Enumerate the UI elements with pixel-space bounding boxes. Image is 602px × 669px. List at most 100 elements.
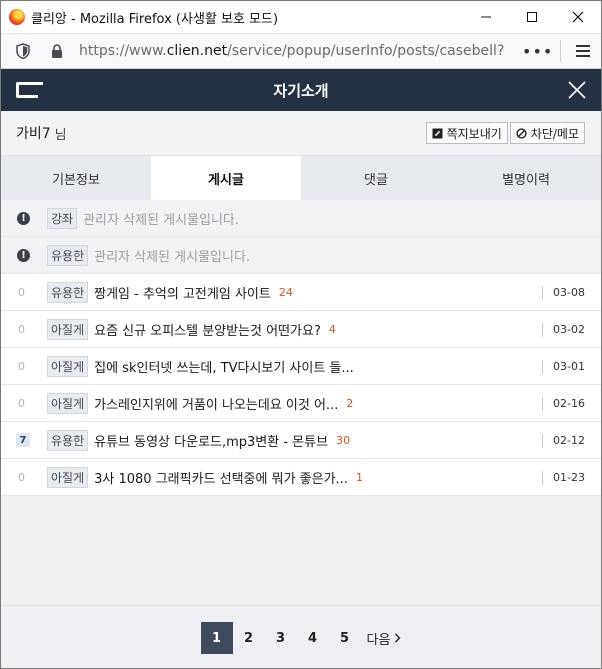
post-subject-link[interactable]: 가스레인지위에 거품이 나오는데요 이것 어... xyxy=(94,394,338,413)
post-list: ! 강좌 관리자 삭제된 게시물입니다. ! 유용한 관리자 삭제된 게시물입니… xyxy=(1,200,601,496)
maximize-button[interactable] xyxy=(509,1,555,33)
next-page-button[interactable]: 다음 xyxy=(367,629,402,648)
category-badge: 아질게 xyxy=(47,466,89,488)
popup-header: 자기소개 xyxy=(1,69,601,111)
lock-icon[interactable] xyxy=(47,41,67,61)
profile-tabs: 기본정보 게시글 댓글 별명이력 xyxy=(1,156,601,200)
tab-basic-info[interactable]: 기본정보 xyxy=(1,156,151,200)
hamburger-line xyxy=(576,50,590,52)
chevron-right-icon xyxy=(395,633,401,643)
close-icon xyxy=(568,81,586,99)
warning-icon: ! xyxy=(17,248,30,262)
comment-count: 30 xyxy=(336,433,351,447)
list-item[interactable]: 7 유용한 유튜브 동영상 다운로드,mp3변환 - 몬튜브 30 02-12 xyxy=(1,422,601,459)
divider xyxy=(542,471,543,485)
list-item: ! 강좌 관리자 삭제된 게시물입니다. xyxy=(1,200,601,237)
list-item[interactable]: 0 아질게 가스레인지위에 거품이 나오는데요 이것 어... 2 02-16 xyxy=(1,385,601,422)
category-badge: 강좌 xyxy=(47,207,78,229)
next-page-label: 다음 xyxy=(366,632,391,648)
divider xyxy=(542,434,543,448)
user-suffix: 님 xyxy=(54,127,67,143)
page-actions-button[interactable]: ••• xyxy=(522,42,552,61)
comment-count: 4 xyxy=(328,322,336,336)
page-1-button[interactable]: 1 xyxy=(200,622,233,654)
category-badge: 유용한 xyxy=(47,429,89,451)
url-field[interactable]: https://www.clien.net/service/popup/user… xyxy=(79,43,504,59)
post-subject-link[interactable]: 유튜브 동영상 다운로드,mp3변환 - 몬튜브 xyxy=(94,431,328,450)
post-date: 02-16 xyxy=(553,396,585,410)
hamburger-line xyxy=(576,45,590,47)
minimize-button[interactable] xyxy=(463,1,509,33)
post-date: 01-23 xyxy=(553,470,585,484)
list-item[interactable]: 0 아질게 3사 1080 그래픽카드 선택중에 뭐가 좋은가... 1 01-… xyxy=(1,459,601,496)
block-icon xyxy=(516,127,527,139)
like-count: 0 xyxy=(18,396,25,410)
post-subject-link[interactable]: 짱게임 - 추억의 고전게임 사이트 xyxy=(94,283,271,302)
menu-button[interactable] xyxy=(569,41,597,61)
post-date: 03-01 xyxy=(553,359,585,373)
window-controls xyxy=(463,1,601,33)
divider xyxy=(542,397,543,411)
title-bar: 클리앙 - Mozilla Firefox (사생활 보호 모드) xyxy=(1,1,601,33)
divider xyxy=(542,323,543,337)
like-count-badge: 7 xyxy=(16,433,30,447)
url-prefix: https://www. xyxy=(79,43,167,59)
toolbar-divider xyxy=(560,40,561,62)
post-date: 02-12 xyxy=(553,433,585,447)
post-subject-link[interactable]: 집에 sk인터넷 쓰는데, TV다시보기 사이트 들... xyxy=(94,357,354,376)
page-5-button[interactable]: 5 xyxy=(329,622,361,654)
page-3-button[interactable]: 3 xyxy=(265,622,297,654)
divider xyxy=(542,360,543,374)
send-message-label: 쪽지보내기 xyxy=(446,126,502,141)
like-count: 0 xyxy=(18,285,25,299)
tab-comments[interactable]: 댓글 xyxy=(301,156,451,200)
post-date: 03-02 xyxy=(553,322,585,336)
send-message-button[interactable]: 쪽지보내기 xyxy=(425,122,508,144)
pencil-icon xyxy=(432,128,443,139)
list-item[interactable]: 0 유용한 짱게임 - 추억의 고전게임 사이트 24 03-08 xyxy=(1,274,601,311)
popup-title: 자기소개 xyxy=(273,81,329,100)
warning-icon: ! xyxy=(17,211,30,225)
divider xyxy=(542,286,543,300)
pagination-area: 1 2 3 4 5 다음 xyxy=(1,605,601,668)
like-count: 0 xyxy=(18,322,25,336)
page-4-button[interactable]: 4 xyxy=(297,622,329,654)
block-memo-label: 차단/메모 xyxy=(530,126,579,141)
close-window-button[interactable] xyxy=(555,1,601,33)
post-date: 03-08 xyxy=(553,285,585,299)
category-badge: 아질게 xyxy=(47,318,89,340)
category-badge: 아질게 xyxy=(47,355,89,377)
popup-close-button[interactable] xyxy=(567,80,587,100)
list-item[interactable]: 0 아질게 요즘 신규 오피스텔 분양받는것 어떤가요? 4 03-02 xyxy=(1,311,601,348)
category-badge: 아질게 xyxy=(47,392,89,414)
page-2-button[interactable]: 2 xyxy=(233,622,265,654)
url-path: /service/popup/userInfo/posts/casebell? xyxy=(227,43,505,59)
category-badge: 유용한 xyxy=(47,281,89,303)
tab-posts[interactable]: 게시글 xyxy=(151,156,301,200)
browser-window: 클리앙 - Mozilla Firefox (사생활 보호 모드) https:… xyxy=(0,0,602,669)
category-badge: 유용한 xyxy=(47,244,89,266)
user-bar: 가비7 님 쪽지보내기 차단/메모 xyxy=(1,111,601,156)
like-count: 0 xyxy=(18,359,25,373)
url-bar: https://www.clien.net/service/popup/user… xyxy=(1,33,601,69)
maximize-icon xyxy=(527,12,537,22)
close-icon xyxy=(572,11,584,23)
comment-count: 24 xyxy=(278,285,293,299)
comment-count: 1 xyxy=(355,470,363,484)
user-actions: 쪽지보내기 차단/메모 xyxy=(425,122,585,144)
comment-count: 2 xyxy=(346,396,354,410)
like-count: 0 xyxy=(18,470,25,484)
tracking-protection-icon[interactable] xyxy=(13,41,33,61)
tab-nickname-history[interactable]: 별명이력 xyxy=(451,156,601,200)
list-item[interactable]: 0 아질게 집에 sk인터넷 쓰는데, TV다시보기 사이트 들... 03-0… xyxy=(1,348,601,385)
pagination: 1 2 3 4 5 다음 xyxy=(200,622,402,654)
hamburger-line xyxy=(576,55,590,57)
user-nickname: 가비7 xyxy=(16,126,51,142)
firefox-logo-icon xyxy=(9,9,25,25)
post-subject-link[interactable]: 3사 1080 그래픽카드 선택중에 뭐가 좋은가... xyxy=(94,468,348,487)
post-subject: 관리자 삭제된 게시물입니다. xyxy=(94,249,251,265)
post-subject-link[interactable]: 요즘 신규 오피스텔 분양받는것 어떤가요? xyxy=(94,320,321,339)
block-memo-button[interactable]: 차단/메모 xyxy=(509,122,585,144)
minimize-icon xyxy=(481,16,491,18)
window-title: 클리앙 - Mozilla Firefox (사생활 보호 모드) xyxy=(31,11,279,27)
